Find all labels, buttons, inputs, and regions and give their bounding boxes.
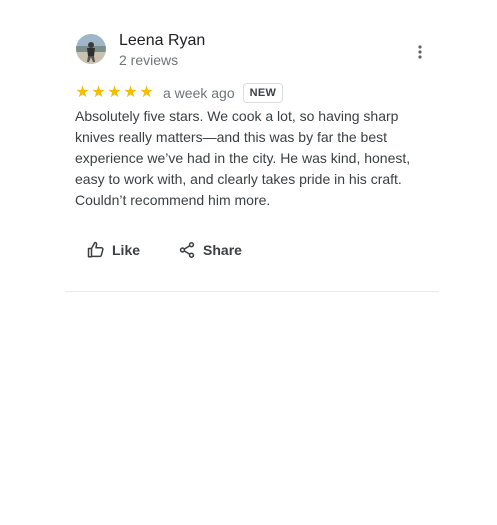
review-text: Absolutely five stars. We cook a lot, so…	[75, 108, 411, 208]
like-label: Like	[112, 242, 141, 258]
avatar[interactable]	[76, 34, 106, 64]
review-date: a week ago	[163, 85, 235, 101]
more-options-button[interactable]	[411, 42, 429, 62]
new-badge: NEW	[242, 83, 284, 103]
more-vert-icon	[418, 45, 422, 59]
star-rating: ★ ★ ★ ★ ★	[75, 84, 154, 102]
thumb-up-icon	[87, 241, 104, 258]
author-name[interactable]: Leena Ryan	[119, 32, 205, 50]
author-review-count[interactable]: 2 reviews	[119, 52, 178, 68]
star-icon: ★	[123, 84, 138, 101]
star-icon: ★	[75, 84, 90, 101]
star-icon: ★	[107, 84, 122, 101]
star-icon: ★	[91, 84, 106, 101]
like-button[interactable]: Like	[75, 232, 152, 268]
share-button[interactable]: Share	[166, 232, 254, 268]
review-actions: Like Share	[75, 232, 254, 268]
rating-row: ★ ★ ★ ★ ★ a week ago NEW	[75, 83, 284, 103]
star-icon: ★	[139, 84, 154, 101]
user-avatar-photo-icon	[76, 34, 106, 64]
share-label: Share	[203, 242, 242, 258]
share-icon	[179, 242, 195, 258]
review-card: Leena Ryan 2 reviews ★ ★ ★ ★ ★ a week ag…	[65, 0, 439, 292]
